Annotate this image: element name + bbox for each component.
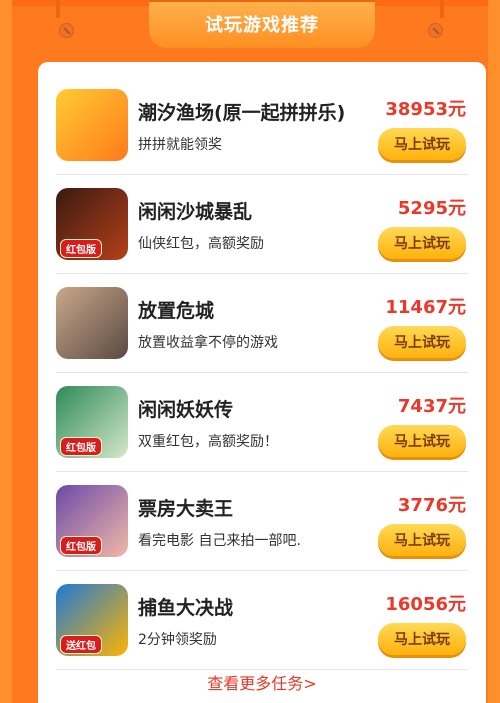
screw-icon bbox=[59, 23, 74, 38]
play-now-button[interactable]: 马上试玩 bbox=[378, 425, 466, 457]
hanger-left bbox=[56, 0, 60, 18]
play-now-button[interactable]: 马上试玩 bbox=[378, 326, 466, 358]
hanger-right bbox=[440, 0, 444, 18]
game-subtitle: 2分钟领奖励 bbox=[138, 632, 217, 648]
game-row[interactable]: 红包版 票房大卖王看完电影 自己来拍一部吧. 3776元马上试玩 bbox=[56, 472, 468, 571]
game-list-card: 潮汐渔场(原一起拼拼乐) 拼拼就能领奖 38953元 马上试玩 红包版 闲闲沙城暴乱 仙侠红… bbox=[38, 62, 486, 703]
reward-amount: 3776元 bbox=[397, 495, 466, 516]
game-title: 放置危城 bbox=[138, 300, 215, 322]
red-packet-badge: 红包版 bbox=[60, 239, 102, 258]
fairy-girl-icon[interactable]: 红包版 bbox=[56, 386, 128, 458]
more-tasks-link[interactable]: 查看更多任务> bbox=[38, 670, 486, 694]
game-title: 捕鱼大决战 bbox=[138, 597, 234, 619]
fish-dragon-icon[interactable] bbox=[56, 89, 128, 161]
game-row[interactable]: 红包版 闲闲沙城暴乱仙侠红包，高额奖励 5295元马上试玩 bbox=[56, 175, 468, 274]
shark-icon[interactable]: 送红包 bbox=[56, 584, 128, 656]
reward-amount: 38953元 bbox=[385, 99, 466, 120]
screw-icon bbox=[428, 23, 443, 38]
game-subtitle: 仙侠红包，高额奖励 bbox=[138, 236, 264, 252]
game-row[interactable]: 送红包 捕鱼大决战 2分钟领奖励 16056元马上试玩 bbox=[56, 571, 468, 670]
game-row[interactable]: 红包版 闲闲妖妖传双重红包，高额奖励！ 7437元马上试玩 bbox=[56, 373, 468, 472]
reward-amount: 5295元 bbox=[397, 198, 466, 219]
reward-amount: 16056元 bbox=[385, 594, 466, 615]
play-now-button[interactable]: 马上试玩 bbox=[378, 128, 466, 160]
game-title: 闲闲沙城暴乱 bbox=[138, 201, 253, 223]
red-packet-badge: 红包版 bbox=[60, 437, 102, 456]
game-subtitle: 拼拼就能领奖 bbox=[138, 137, 222, 153]
play-now-button[interactable]: 马上试玩 bbox=[378, 623, 466, 655]
game-subtitle: 看完电影 自己来拍一部吧. bbox=[138, 533, 301, 549]
red-packet-badge: 送红包 bbox=[60, 635, 102, 654]
game-subtitle: 放置收益拿不停的游戏 bbox=[138, 335, 278, 351]
reward-amount: 11467元 bbox=[385, 297, 466, 318]
panel-frame: 试玩游戏推荐 潮汐渔场(原一起拼拼乐) 拼拼就能领奖 38953元 马上试玩 红包版 闲闲… bbox=[12, 0, 488, 703]
game-subtitle: 双重红包，高额奖励！ bbox=[138, 434, 278, 450]
play-now-button[interactable]: 马上试玩 bbox=[378, 524, 466, 556]
ruined-city-icon[interactable] bbox=[56, 287, 128, 359]
section-title: 试玩游戏推荐 bbox=[149, 0, 375, 48]
game-row[interactable]: 潮汐渔场(原一起拼拼乐) 拼拼就能领奖 38953元马上试玩 bbox=[56, 76, 468, 175]
game-title: 票房大卖王 bbox=[138, 498, 234, 520]
game-title: 闲闲妖妖传 bbox=[138, 399, 234, 421]
reward-amount: 7437元 bbox=[397, 396, 466, 417]
red-packet-badge: 红包版 bbox=[60, 536, 102, 555]
game-title: 潮汐渔场(原一起拼拼乐) bbox=[138, 102, 346, 124]
sand-city-icon[interactable]: 红包版 bbox=[56, 188, 128, 260]
game-row[interactable]: 放置危城放置收益拿不停的游戏 11467元马上试玩 bbox=[56, 274, 468, 373]
play-now-button[interactable]: 马上试玩 bbox=[378, 227, 466, 259]
movie-girl-icon[interactable]: 红包版 bbox=[56, 485, 128, 557]
